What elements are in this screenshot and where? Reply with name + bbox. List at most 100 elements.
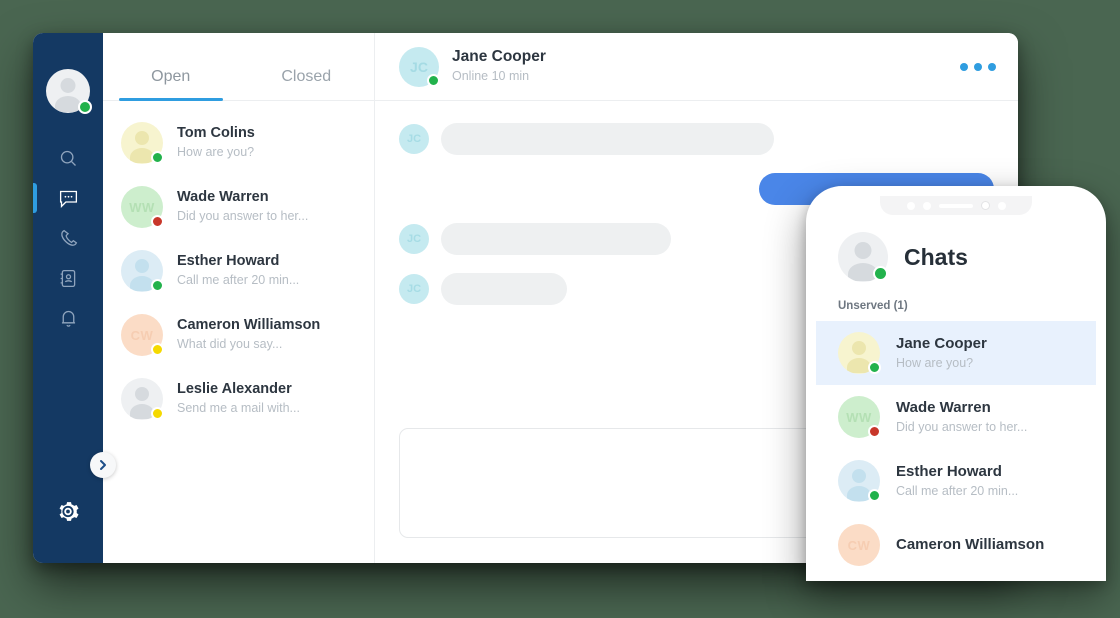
chat-header-text: Jane Cooper Online 10 min	[452, 47, 546, 86]
contact-name: Leslie Alexander	[177, 380, 292, 397]
message-bubble	[441, 273, 567, 305]
avatar	[838, 460, 881, 502]
message-preview: Did you answer to her...	[177, 209, 309, 224]
sidebar-user-avatar[interactable]	[46, 69, 92, 114]
avatar-initials: CW	[130, 327, 154, 343]
avatar: WW	[838, 396, 881, 438]
sensor-icon	[997, 201, 1006, 210]
message-bubble	[441, 123, 774, 155]
tab-open[interactable]: Open	[103, 68, 239, 101]
sidebar-item-search[interactable]	[33, 139, 103, 177]
avatar: CW	[838, 524, 880, 566]
gear-icon	[59, 502, 79, 521]
avatar: JC	[399, 274, 429, 304]
user-avatar-icon	[135, 259, 149, 273]
chevron-right-icon	[100, 460, 106, 470]
speaker-icon	[938, 203, 973, 208]
message-preview: Did you answer to her...	[896, 419, 1028, 434]
message-preview: How are you?	[177, 145, 255, 160]
section-label: Unserved (1)	[838, 300, 908, 312]
contact-name: Cameron Williamson	[896, 535, 1045, 553]
message-bubble	[441, 223, 671, 255]
conversation-list-panel: Open Closed Tom Colins How are you? WW Wade …	[103, 33, 375, 563]
status-badge-away	[151, 407, 164, 420]
avatar-image: CW	[838, 524, 880, 566]
sidebar-item-settings[interactable]	[56, 499, 81, 529]
status-badge-online	[868, 361, 881, 374]
message-preview: Call me after 20 min...	[177, 273, 300, 288]
status-badge-online	[868, 489, 881, 502]
contact-name: Wade Warren	[177, 188, 269, 205]
list-item[interactable]: WW Wade Warren Did you answer to her...	[816, 385, 1096, 449]
list-item[interactable]: CW Cameron Williamson	[816, 513, 1096, 577]
list-item-text: Tom Colins How are you?	[177, 124, 255, 162]
status-badge-online	[151, 151, 164, 164]
page-title: Chats	[904, 243, 968, 270]
list-item[interactable]: Esther Howard Call me after 20 min...	[103, 239, 374, 303]
sidebar-item-notifications[interactable]	[33, 299, 103, 337]
page-title: Jane Cooper	[452, 48, 546, 66]
contact-name: Esther Howard	[177, 252, 280, 269]
tab-closed[interactable]: Closed	[239, 68, 375, 100]
list-item-text: Cameron Williamson What did you say...	[177, 316, 320, 354]
menu-dot	[988, 62, 996, 71]
menu-dot	[974, 62, 982, 71]
list-item-text: Esther Howard Call me after 20 min...	[177, 252, 299, 290]
status-badge-away	[151, 343, 164, 356]
status-badge-busy	[868, 425, 881, 438]
message-preview: How are you?	[896, 355, 974, 370]
sensor-icon	[922, 201, 931, 210]
avatar	[121, 122, 164, 164]
contact-book-icon	[60, 269, 75, 287]
contact-name: Wade Warren	[896, 398, 991, 416]
bell-icon	[61, 310, 75, 327]
sidebar	[33, 33, 116, 563]
search-icon	[60, 150, 76, 166]
avatar	[121, 378, 164, 420]
message-row-in: JC	[399, 123, 994, 155]
status-badge-busy	[151, 215, 164, 228]
list-item[interactable]: CW Cameron Williamson What did you say...	[103, 303, 374, 367]
sidebar-collapse-toggle[interactable]	[90, 452, 116, 478]
menu-dot	[960, 62, 968, 71]
phone-notch	[880, 196, 1032, 215]
phone-chat-list[interactable]: Jane Cooper How are you? WW Wade Warren Did …	[816, 321, 1096, 577]
chat-header: JC Jane Cooper Online 10 min	[375, 33, 1018, 101]
user-avatar-icon	[135, 131, 149, 145]
avatar: CW	[121, 314, 164, 356]
avatar: JC	[399, 124, 429, 154]
avatar[interactable]	[838, 232, 888, 282]
phone-screen: Chats Unserved (1) Jane Cooper How are yo…	[816, 196, 1096, 581]
avatar	[838, 332, 881, 374]
list-item-text: Cameron Williamson	[896, 535, 1044, 555]
list-item[interactable]: Jane Cooper How are you?	[816, 321, 1096, 385]
user-avatar-icon	[852, 341, 866, 355]
conversation-list[interactable]: Tom Colins How are you? WW Wade Warren Did y…	[103, 101, 374, 563]
status-badge-online	[427, 73, 440, 87]
camera-icon	[980, 201, 990, 210]
avatar	[121, 250, 164, 292]
avatar: WW	[121, 186, 164, 228]
user-avatar-icon	[135, 387, 149, 401]
list-item-text: Leslie Alexander Send me a mail with...	[177, 380, 300, 418]
status-badge-online	[151, 279, 164, 292]
list-item[interactable]: Leslie Alexander Send me a mail with...	[103, 367, 374, 431]
avatar-initials: WW	[129, 199, 155, 215]
phone-icon	[60, 229, 77, 246]
chat-bubble-icon	[59, 190, 77, 208]
more-horizontal-icon[interactable]	[960, 62, 996, 71]
chat-presence-status: Online 10 min	[452, 69, 530, 84]
message-preview: Call me after 20 min...	[896, 483, 1019, 498]
list-item[interactable]: Tom Colins How are you?	[103, 111, 374, 175]
sidebar-nav	[33, 139, 103, 339]
message-preview: Send me a mail with...	[177, 401, 300, 416]
list-item-text: Wade Warren Did you answer to her...	[896, 398, 1027, 437]
list-item[interactable]: Esther Howard Call me after 20 min...	[816, 449, 1096, 513]
conversation-tabs: Open Closed	[103, 33, 374, 101]
list-item[interactable]: WW Wade Warren Did you answer to her...	[103, 175, 374, 239]
status-badge-online	[78, 100, 92, 114]
sidebar-item-calls[interactable]	[33, 219, 103, 257]
list-item-text: Wade Warren Did you answer to her...	[177, 188, 308, 226]
sidebar-item-chats[interactable]	[33, 179, 103, 217]
sidebar-item-contacts[interactable]	[33, 259, 103, 297]
